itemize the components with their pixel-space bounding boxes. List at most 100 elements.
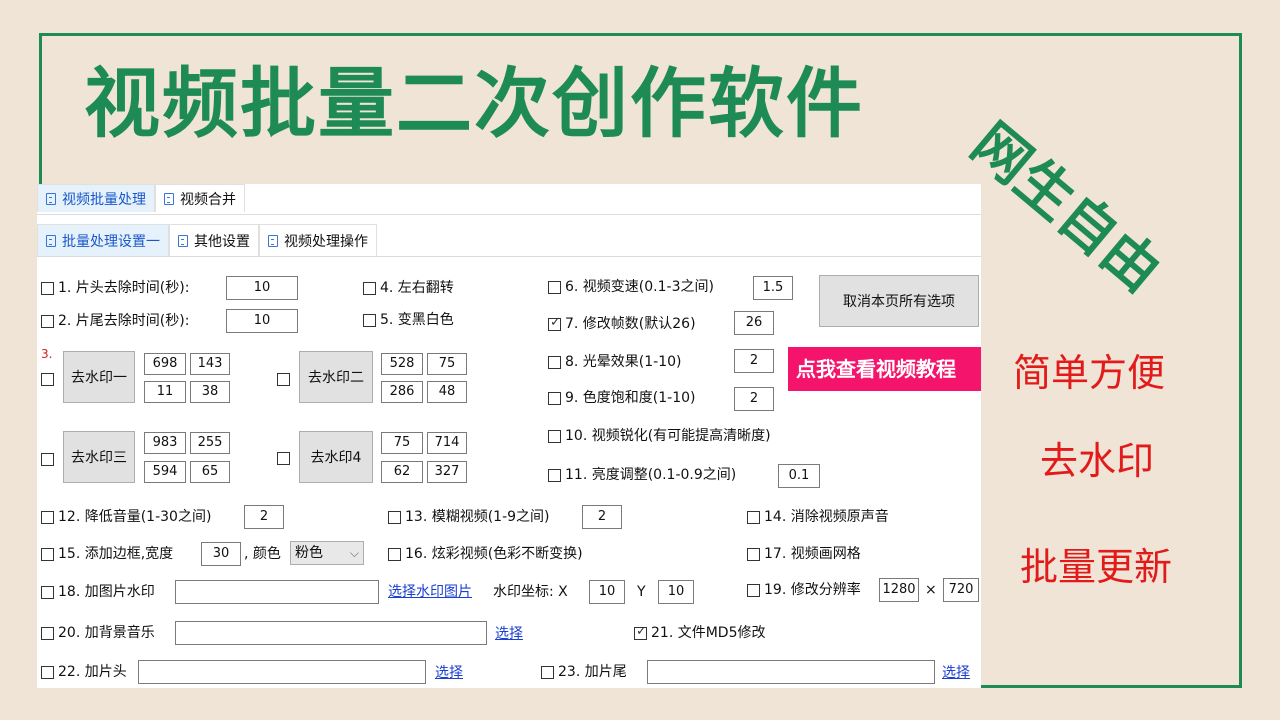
input-bgm-path[interactable] — [175, 621, 487, 645]
wm1-w-input[interactable]: 11 — [144, 381, 186, 403]
remove-watermark-3-button[interactable]: 去水印三 — [63, 431, 135, 483]
checkbox-grayscale[interactable] — [363, 314, 376, 327]
select-outro-link[interactable]: 选择 — [942, 663, 970, 683]
top-tab-bar: 视频批量处理 视频合并 — [37, 184, 245, 212]
input-watermark-x[interactable]: 10 — [589, 580, 625, 604]
input-volume[interactable]: 2 — [244, 505, 284, 529]
label-colorful: 16. 炫彩视频(色彩不断变换) — [405, 546, 583, 562]
wm3-w-input[interactable]: 594 — [144, 461, 186, 483]
remove-watermark-1-button[interactable]: 去水印一 — [63, 351, 135, 403]
remove-watermark-4-button[interactable]: 去水印4 — [299, 431, 373, 483]
tab-other-settings[interactable]: 其他设置 — [169, 224, 259, 256]
checkbox-head-trim[interactable] — [41, 282, 54, 295]
label-blur: 13. 模糊视频(1-9之间) — [405, 509, 550, 525]
wm4-y-input[interactable]: 714 — [427, 432, 467, 454]
input-watermark-path[interactable] — [175, 580, 379, 604]
checkbox-bgm[interactable] — [41, 627, 54, 640]
label-border-color: , 颜色 — [244, 546, 281, 562]
input-head-trim[interactable]: 10 — [226, 276, 298, 300]
checkbox-wm4[interactable] — [277, 452, 290, 465]
tab-label: 批量处理设置一 — [62, 233, 160, 250]
banner-title: 视频批量二次创作软件 — [84, 59, 864, 148]
label-watermark-coord: 水印坐标: X — [493, 584, 568, 600]
checkbox-image-watermark[interactable] — [41, 586, 54, 599]
label-brightness: 11. 亮度调整(0.1-0.9之间) — [565, 467, 737, 483]
select-intro-link[interactable]: 选择 — [435, 663, 463, 683]
checkbox-wm2[interactable] — [277, 373, 290, 386]
document-icon — [268, 234, 278, 247]
checkbox-volume[interactable] — [41, 511, 54, 524]
wm2-x-input[interactable]: 528 — [381, 353, 423, 375]
tab-video-merge[interactable]: 视频合并 — [155, 184, 245, 212]
checkbox-brightness[interactable] — [548, 469, 561, 482]
select-bgm-link[interactable]: 选择 — [495, 624, 523, 644]
input-saturation[interactable]: 2 — [734, 387, 774, 411]
checkbox-speed[interactable] — [548, 281, 561, 294]
wm1-y-input[interactable]: 143 — [190, 353, 230, 375]
checkbox-blur[interactable] — [388, 511, 401, 524]
label-sharpen: 10. 视频锐化(有可能提高清晰度) — [565, 428, 771, 444]
checkbox-colorful[interactable] — [388, 548, 401, 561]
label-grayscale: 5. 变黑白色 — [380, 312, 454, 328]
checkbox-mute[interactable] — [747, 511, 760, 524]
wm2-y-input[interactable]: 75 — [427, 353, 467, 375]
checkbox-grid[interactable] — [747, 548, 760, 561]
label-intro: 22. 加片头 — [58, 664, 127, 680]
input-speed[interactable]: 1.5 — [753, 276, 793, 300]
tab-divider — [37, 256, 981, 257]
select-border-color[interactable]: 粉色 ⌵ — [290, 541, 364, 565]
tab-divider — [37, 214, 981, 215]
wm1-h-input[interactable]: 38 — [190, 381, 230, 403]
side-text-simple: 简单方便 — [1013, 351, 1166, 395]
wm3-y-input[interactable]: 255 — [190, 432, 230, 454]
label-speed: 6. 视频变速(0.1-3之间) — [565, 279, 714, 295]
wm2-h-input[interactable]: 48 — [427, 381, 467, 403]
tab-batch-process[interactable]: 视频批量处理 — [37, 184, 155, 212]
tab-label: 视频合并 — [180, 191, 236, 208]
wm4-x-input[interactable]: 75 — [381, 432, 423, 454]
checkbox-outro[interactable] — [541, 666, 554, 679]
checkbox-intro[interactable] — [41, 666, 54, 679]
tab-settings-one[interactable]: 批量处理设置一 — [37, 224, 169, 256]
input-tail-trim[interactable]: 10 — [226, 309, 298, 333]
clear-options-button[interactable]: 取消本页所有选项 — [819, 275, 979, 327]
wm2-w-input[interactable]: 286 — [381, 381, 423, 403]
checkbox-border[interactable] — [41, 548, 54, 561]
input-outro-path[interactable] — [647, 660, 935, 684]
checkbox-saturation[interactable] — [548, 392, 561, 405]
input-resolution-width[interactable]: 1280 — [879, 578, 919, 602]
input-halo[interactable]: 2 — [734, 349, 774, 373]
input-resolution-height[interactable]: 720 — [943, 578, 979, 602]
input-framerate[interactable]: 26 — [734, 311, 774, 335]
input-blur[interactable]: 2 — [582, 505, 622, 529]
checkbox-flip[interactable] — [363, 282, 376, 295]
checkbox-sharpen[interactable] — [548, 430, 561, 443]
checkbox-framerate[interactable] — [548, 315, 561, 331]
wm4-w-input[interactable]: 62 — [381, 461, 423, 483]
input-border-width[interactable]: 30 — [201, 542, 241, 566]
remove-watermark-2-button[interactable]: 去水印二 — [299, 351, 373, 403]
wm3-h-input[interactable]: 65 — [190, 461, 230, 483]
tab-process-operation[interactable]: 视频处理操作 — [259, 224, 377, 256]
input-watermark-y[interactable]: 10 — [658, 580, 694, 604]
wm1-x-input[interactable]: 698 — [144, 353, 186, 375]
wm4-h-input[interactable]: 327 — [427, 461, 467, 483]
checkbox-resolution[interactable] — [747, 584, 760, 597]
checkbox-wm1[interactable] — [41, 373, 54, 386]
input-brightness[interactable]: 0.1 — [778, 464, 820, 488]
tab-label: 视频批量处理 — [62, 191, 146, 208]
checkbox-md5[interactable] — [634, 624, 647, 640]
tutorial-video-button[interactable]: 点我查看视频教程 — [788, 347, 981, 391]
label-mute: 14. 消除视频原声音 — [764, 509, 889, 525]
side-text-watermark: 去水印 — [1040, 439, 1155, 483]
label-outro: 23. 加片尾 — [558, 664, 627, 680]
checkbox-wm3[interactable] — [41, 453, 54, 466]
input-intro-path[interactable] — [138, 660, 426, 684]
select-watermark-image-link[interactable]: 选择水印图片 — [388, 582, 472, 602]
section-marker: 3. — [41, 347, 53, 361]
wm3-x-input[interactable]: 983 — [144, 432, 186, 454]
select-value: 粉色 — [295, 545, 323, 561]
checkbox-halo[interactable] — [548, 356, 561, 369]
checkbox-tail-trim[interactable] — [41, 315, 54, 328]
label-saturation: 9. 色度饱和度(1-10) — [565, 390, 696, 406]
